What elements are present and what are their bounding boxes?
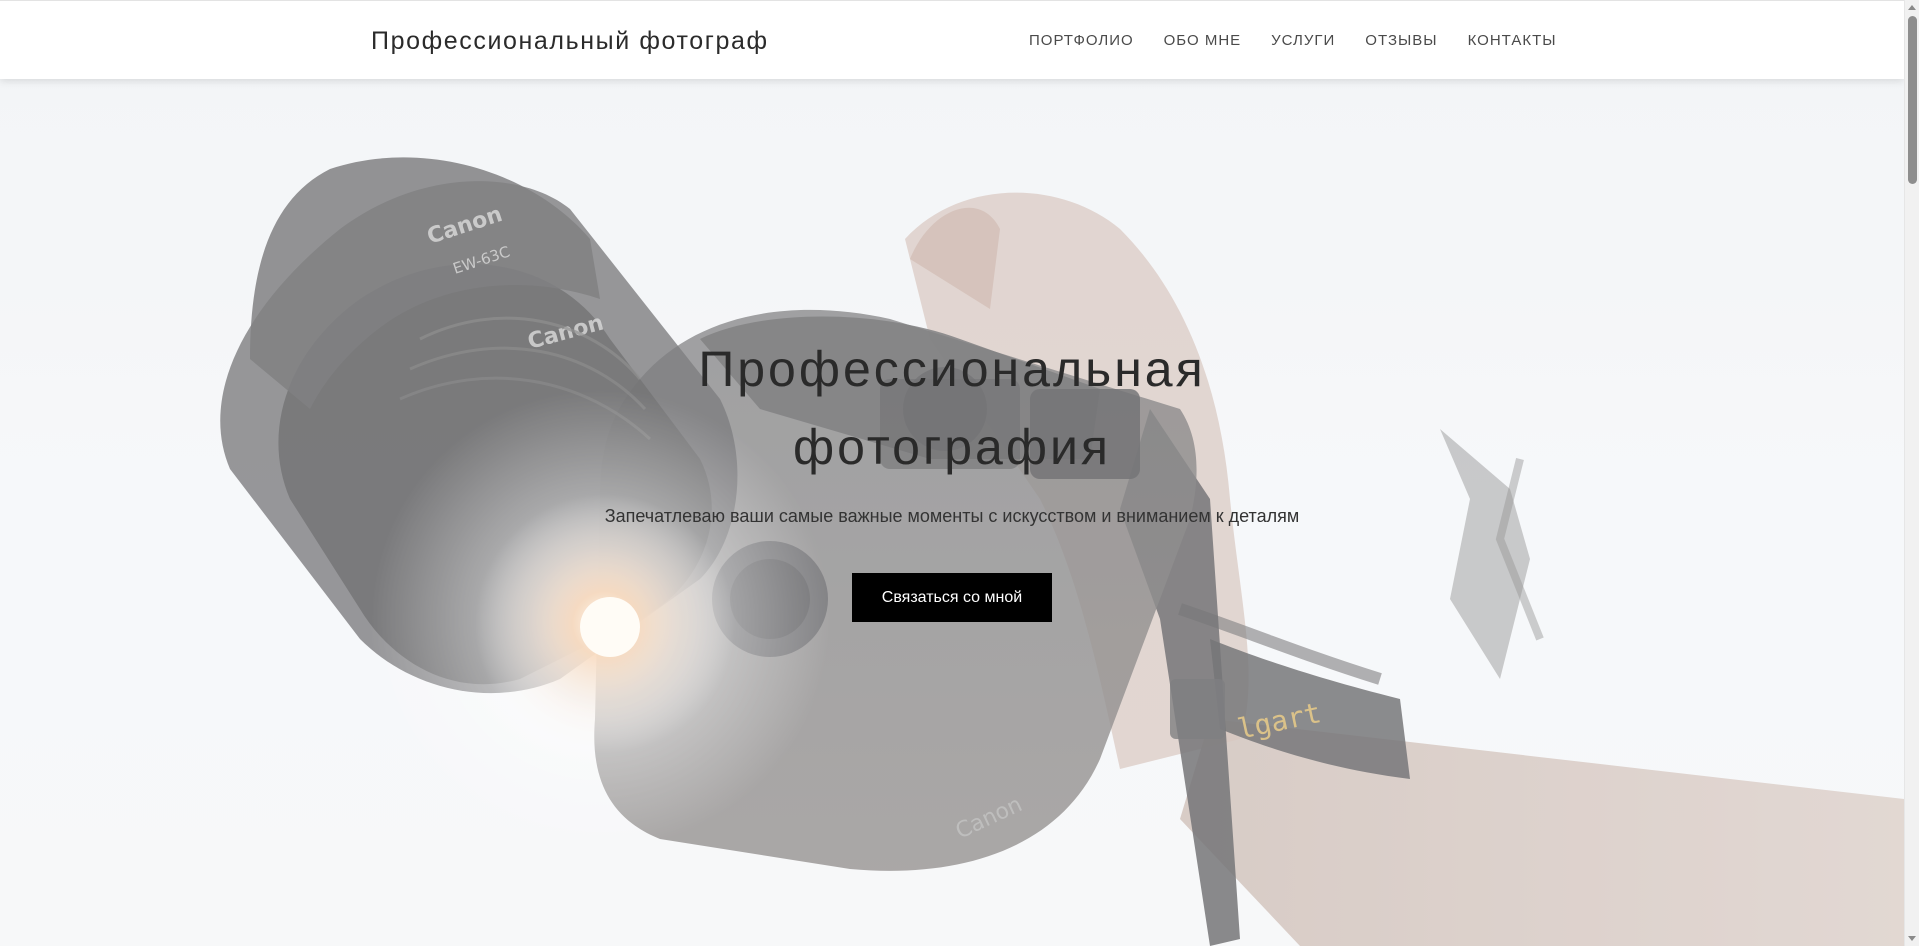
hero-section: lgart Canon Canon EW-63C Canon Профессио… — [0, 79, 1904, 946]
nav-item-about[interactable]: ОБО МНЕ — [1164, 32, 1242, 49]
hero-title-line1: Профессиональная — [698, 341, 1206, 397]
site-header: Профессиональный фотограф ПОРТФОЛИО ОБО … — [0, 0, 1904, 79]
scroll-up-icon[interactable] — [1908, 5, 1916, 10]
nav-item-services[interactable]: УСЛУГИ — [1271, 32, 1335, 49]
nav-item-portfolio[interactable]: ПОРТФОЛИО — [1029, 32, 1134, 49]
page: Профессиональный фотограф ПОРТФОЛИО ОБО … — [0, 0, 1904, 946]
scroll-down-icon[interactable] — [1908, 936, 1916, 941]
contact-me-button[interactable]: Связаться со мной — [852, 573, 1052, 622]
hero-subtitle: Запечатлеваю ваши самые важные моменты с… — [604, 506, 1300, 526]
scroll-thumb[interactable] — [1908, 16, 1917, 184]
hero-content: Профессиональная фотография Запечатлеваю… — [0, 79, 1904, 946]
page-scrollbar[interactable] — [1904, 0, 1919, 946]
hero-title-line2: фотография — [793, 419, 1111, 475]
nav-item-contacts[interactable]: КОНТАКТЫ — [1468, 32, 1557, 49]
hero-title: Профессиональная фотография — [552, 330, 1352, 486]
brand-logo-text[interactable]: Профессиональный фотограф — [371, 27, 769, 56]
nav-item-reviews[interactable]: ОТЗЫВЫ — [1365, 32, 1437, 49]
main-nav: ПОРТФОЛИО ОБО МНЕ УСЛУГИ ОТЗЫВЫ КОНТАКТЫ — [1029, 32, 1557, 49]
